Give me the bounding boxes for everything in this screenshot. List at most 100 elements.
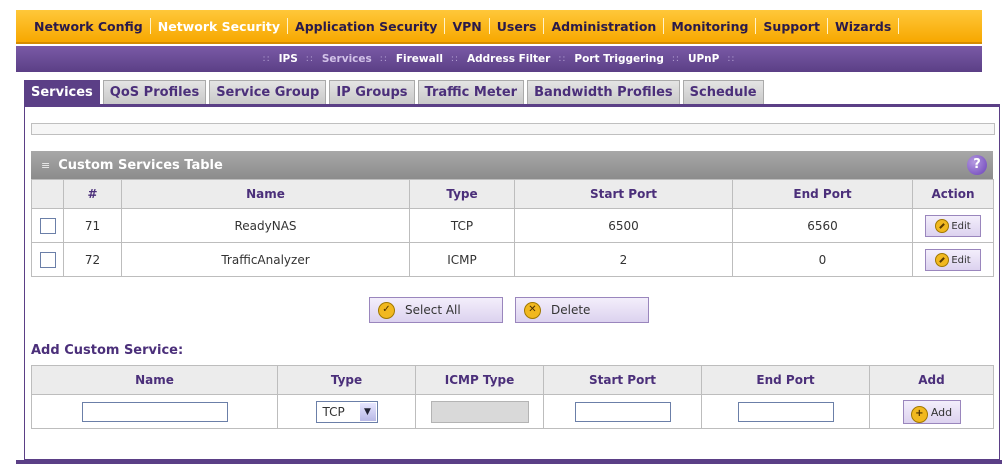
row-end-port: 0 — [732, 242, 913, 277]
add-header-row: Name Type ICMP Type Start Port End Port … — [31, 365, 994, 395]
help-icon[interactable]: ? — [967, 155, 987, 175]
nav-separator — [898, 18, 900, 34]
sub-nav-port-triggering[interactable]: Port Triggering — [574, 53, 663, 65]
sub-nav-firewall[interactable]: Firewall — [396, 53, 443, 65]
header-name: Name — [121, 179, 410, 209]
content-area: ≡ Custom Services Table ? # Name Type St… — [24, 104, 1000, 460]
sub-nav-separator: :: — [379, 54, 388, 64]
sub-nav-upnp[interactable]: UPnP — [688, 53, 719, 65]
add-button[interactable]: + Add — [902, 399, 961, 424]
select-all-label: Select All — [405, 303, 461, 317]
tab-qos-profiles[interactable]: QoS Profiles — [102, 80, 207, 104]
header-select — [31, 179, 64, 209]
header-start-port: Start Port — [514, 179, 733, 209]
tab-bandwidth-profiles[interactable]: Bandwidth Profiles — [527, 80, 680, 104]
select-all-button[interactable]: ✓ Select All — [369, 297, 503, 323]
header-number: # — [63, 179, 122, 209]
nav-separator — [488, 18, 490, 34]
row-select-cell — [31, 208, 64, 243]
row-action-cell: Edit — [912, 242, 994, 277]
add-input-row: TCP ▼ + Add — [31, 394, 994, 429]
delete-icon: ✕ — [524, 301, 541, 319]
top-nav: Network Config Network Security Applicat… — [16, 10, 982, 44]
sub-nav-separator: :: — [450, 54, 459, 64]
nav-separator — [149, 18, 151, 34]
top-nav-network-config[interactable]: Network Config — [34, 19, 143, 34]
table-row: 71 ReadyNAS TCP 6500 6560 Edit — [31, 208, 994, 243]
add-custom-service-table: Name Type ICMP Type Start Port End Port … — [31, 365, 994, 429]
row-name: TrafficAnalyzer — [121, 242, 410, 277]
table-row: 72 TrafficAnalyzer ICMP 2 0 Edit — [31, 242, 994, 277]
tab-traffic-meter[interactable]: Traffic Meter — [417, 80, 525, 104]
add-start-port-input[interactable] — [574, 401, 671, 422]
top-nav-support[interactable]: Support — [763, 19, 820, 34]
sub-nav-address-filter[interactable]: Address Filter — [467, 53, 550, 65]
tab-ip-groups[interactable]: IP Groups — [329, 80, 415, 104]
add-icmp-type-cell — [415, 394, 544, 429]
add-header-icmp-type: ICMP Type — [415, 365, 544, 395]
sub-nav-ips[interactable]: IPS — [279, 53, 298, 65]
tab-service-group[interactable]: Service Group — [209, 80, 327, 104]
bottom-border — [16, 460, 1002, 464]
nav-separator — [755, 18, 757, 34]
table-header-row: # Name Type Start Port End Port Action — [31, 179, 994, 209]
message-bar — [31, 123, 995, 135]
chevron-down-icon: ▼ — [359, 402, 376, 421]
add-name-cell — [31, 394, 278, 429]
add-icmp-type-input — [430, 400, 529, 423]
sub-nav-separator: :: — [671, 54, 680, 64]
row-select-cell — [31, 242, 64, 277]
add-button-cell: + Add — [869, 394, 994, 429]
edit-label: Edit — [951, 220, 971, 232]
custom-services-table: # Name Type Start Port End Port Action 7… — [31, 179, 994, 277]
add-custom-service-label: Add Custom Service: — [31, 343, 184, 358]
delete-button[interactable]: ✕ Delete — [515, 297, 649, 323]
add-end-port-input[interactable] — [737, 401, 834, 422]
top-nav-wizards[interactable]: Wizards — [835, 19, 891, 34]
add-header-start-port: Start Port — [543, 365, 702, 395]
pencil-icon — [935, 218, 950, 233]
row-checkbox[interactable] — [39, 217, 56, 234]
sub-nav-separator: :: — [558, 54, 567, 64]
header-action: Action — [912, 179, 994, 209]
tab-services[interactable]: Services — [24, 80, 100, 104]
add-type-cell: TCP ▼ — [277, 394, 416, 429]
row-name: ReadyNAS — [121, 208, 410, 243]
row-number: 72 — [63, 242, 122, 277]
top-nav-vpn[interactable]: VPN — [452, 19, 481, 34]
row-end-port: 6560 — [732, 208, 913, 243]
add-type-select[interactable]: TCP ▼ — [315, 400, 378, 423]
add-header-name: Name — [31, 365, 278, 395]
top-nav-network-security[interactable]: Network Security — [158, 19, 280, 34]
check-icon: ✓ — [378, 301, 395, 319]
sub-nav-separator: :: — [727, 54, 736, 64]
delete-label: Delete — [551, 303, 591, 317]
pencil-icon — [935, 252, 950, 267]
top-nav-users[interactable]: Users — [497, 19, 537, 34]
row-checkbox[interactable] — [39, 251, 56, 268]
add-header-end-port: End Port — [701, 365, 870, 395]
add-header-type: Type — [277, 365, 416, 395]
add-name-input[interactable] — [81, 401, 228, 422]
header-end-port: End Port — [732, 179, 913, 209]
row-start-port: 2 — [514, 242, 733, 277]
top-nav-administration[interactable]: Administration — [551, 19, 656, 34]
row-start-port: 6500 — [514, 208, 733, 243]
sub-nav-separator: :: — [262, 54, 271, 64]
sub-nav-services[interactable]: Services — [322, 53, 372, 65]
row-type: ICMP — [409, 242, 515, 277]
add-type-value: TCP — [322, 404, 345, 419]
page-frame: Network Config Network Security Applicat… — [6, 2, 1002, 464]
edit-button[interactable]: Edit — [925, 248, 981, 271]
grip-icon: ≡ — [41, 158, 51, 172]
top-nav-application-security[interactable]: Application Security — [295, 19, 437, 34]
nav-separator — [826, 18, 828, 34]
tab-schedule[interactable]: Schedule — [682, 80, 764, 104]
top-nav-monitoring[interactable]: Monitoring — [671, 19, 748, 34]
add-button-label: Add — [930, 405, 953, 419]
nav-separator — [663, 18, 665, 34]
sub-nav-separator: :: — [305, 54, 314, 64]
add-header-add: Add — [869, 365, 994, 395]
edit-button[interactable]: Edit — [925, 214, 981, 237]
row-type: TCP — [409, 208, 515, 243]
